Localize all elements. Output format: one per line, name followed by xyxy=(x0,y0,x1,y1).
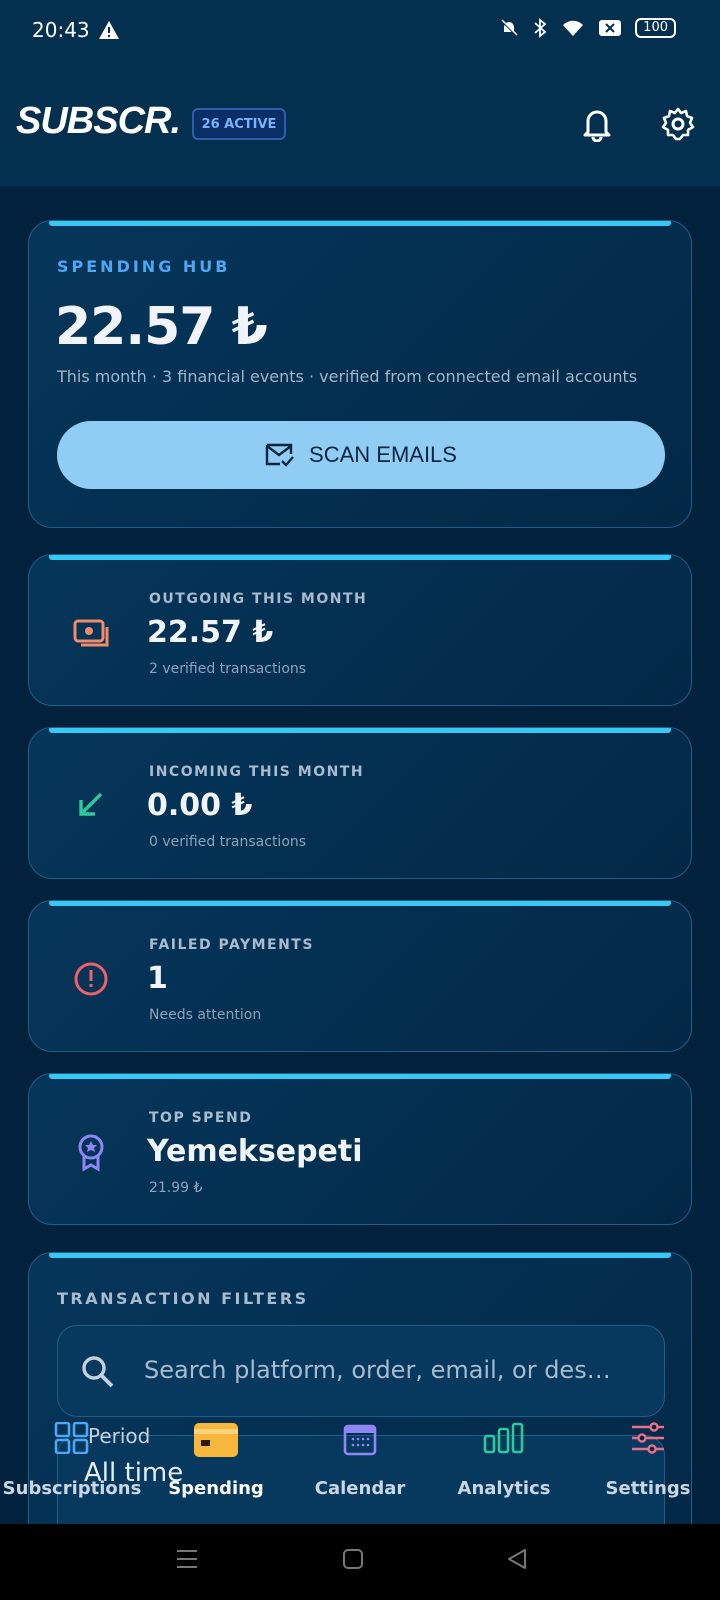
stat-value: 22.57 ₺ xyxy=(147,615,274,650)
alert-circle-icon xyxy=(74,962,108,996)
stat-label: INCOMING THIS MONTH xyxy=(149,764,365,780)
stat-value: 0.00 ₺ xyxy=(147,788,253,823)
filters-label: TRANSACTION FILTERS xyxy=(57,1289,309,1308)
grid-icon xyxy=(54,1422,89,1454)
search-icon xyxy=(82,1356,114,1388)
stat-label: OUTGOING THIS MONTH xyxy=(149,591,368,607)
search-input[interactable]: Search platform, order, email, or des… xyxy=(57,1325,665,1417)
home-icon[interactable] xyxy=(342,1548,364,1570)
stat-value: Yemeksepeti xyxy=(147,1134,363,1169)
card-icon xyxy=(194,1423,238,1457)
search-placeholder: Search platform, order, email, or des… xyxy=(144,1356,611,1384)
system-navigation-bar xyxy=(0,1524,720,1600)
bell-icon[interactable] xyxy=(580,106,614,142)
bar-chart-icon xyxy=(483,1422,524,1454)
sim-icon xyxy=(599,20,622,36)
hub-subtitle: This month · 3 financial events · verifi… xyxy=(57,367,638,386)
active-count-badge: 26 ACTIVE xyxy=(192,108,286,140)
bottom-navigation: Subscriptions Spending Calendar Analytic… xyxy=(0,1406,720,1524)
calendar-icon xyxy=(343,1424,377,1456)
nav-label: Analytics xyxy=(457,1478,551,1499)
outgoing-card[interactable]: OUTGOING THIS MONTH 22.57 ₺ 2 verified t… xyxy=(28,554,692,706)
cash-icon xyxy=(73,619,109,647)
scan-emails-label: SCAN EMAILS xyxy=(309,442,457,467)
nav-settings[interactable]: Settings xyxy=(578,1406,718,1524)
nav-subscriptions[interactable]: Subscriptions xyxy=(2,1406,142,1524)
nav-label: Subscriptions xyxy=(2,1478,142,1499)
gear-icon[interactable] xyxy=(660,106,696,142)
stat-sub: 2 verified transactions xyxy=(149,661,307,677)
stat-label: FAILED PAYMENTS xyxy=(149,937,314,953)
arrow-down-left-icon xyxy=(79,792,103,816)
status-bar: 20:43 100 xyxy=(0,0,720,64)
hub-amount: 22.57 ₺ xyxy=(55,297,268,357)
stat-sub: 21.99 ₺ xyxy=(149,1180,203,1196)
award-icon xyxy=(78,1134,104,1172)
bluetooth-icon xyxy=(534,18,547,38)
app-logo: SUBSCR. xyxy=(16,100,181,142)
failed-payments-card[interactable]: FAILED PAYMENTS 1 Needs attention xyxy=(28,900,692,1052)
app-bar: SUBSCR. 26 ACTIVE xyxy=(0,64,720,186)
spending-hub-card: SPENDING HUB 22.57 ₺ This month · 3 fina… xyxy=(28,220,692,528)
stat-value: 1 xyxy=(147,961,168,996)
back-icon[interactable] xyxy=(506,1548,528,1570)
nav-label: Spending xyxy=(168,1478,264,1499)
nav-spending[interactable]: Spending xyxy=(146,1406,286,1524)
recents-icon[interactable] xyxy=(176,1548,198,1570)
nav-label: Calendar xyxy=(314,1478,406,1499)
mail-check-icon xyxy=(265,443,294,467)
stat-sub: 0 verified transactions xyxy=(149,834,307,850)
hub-label: SPENDING HUB xyxy=(57,257,231,276)
nav-label: Settings xyxy=(605,1478,691,1499)
stat-label: TOP SPEND xyxy=(149,1110,253,1126)
stat-sub: Needs attention xyxy=(149,1007,262,1023)
battery-indicator: 100 xyxy=(635,18,676,38)
sliders-icon xyxy=(632,1422,664,1454)
incoming-card[interactable]: INCOMING THIS MONTH 0.00 ₺ 0 verified tr… xyxy=(28,727,692,879)
warning-icon xyxy=(99,21,119,39)
nav-calendar[interactable]: Calendar xyxy=(290,1406,430,1524)
mute-notification-icon xyxy=(500,19,518,37)
scan-emails-button[interactable]: SCAN EMAILS xyxy=(57,421,665,489)
nav-analytics[interactable]: Analytics xyxy=(434,1406,574,1524)
top-spend-card[interactable]: TOP SPEND Yemeksepeti 21.99 ₺ xyxy=(28,1073,692,1225)
status-time: 20:43 xyxy=(32,18,90,42)
wifi-icon xyxy=(563,20,584,36)
